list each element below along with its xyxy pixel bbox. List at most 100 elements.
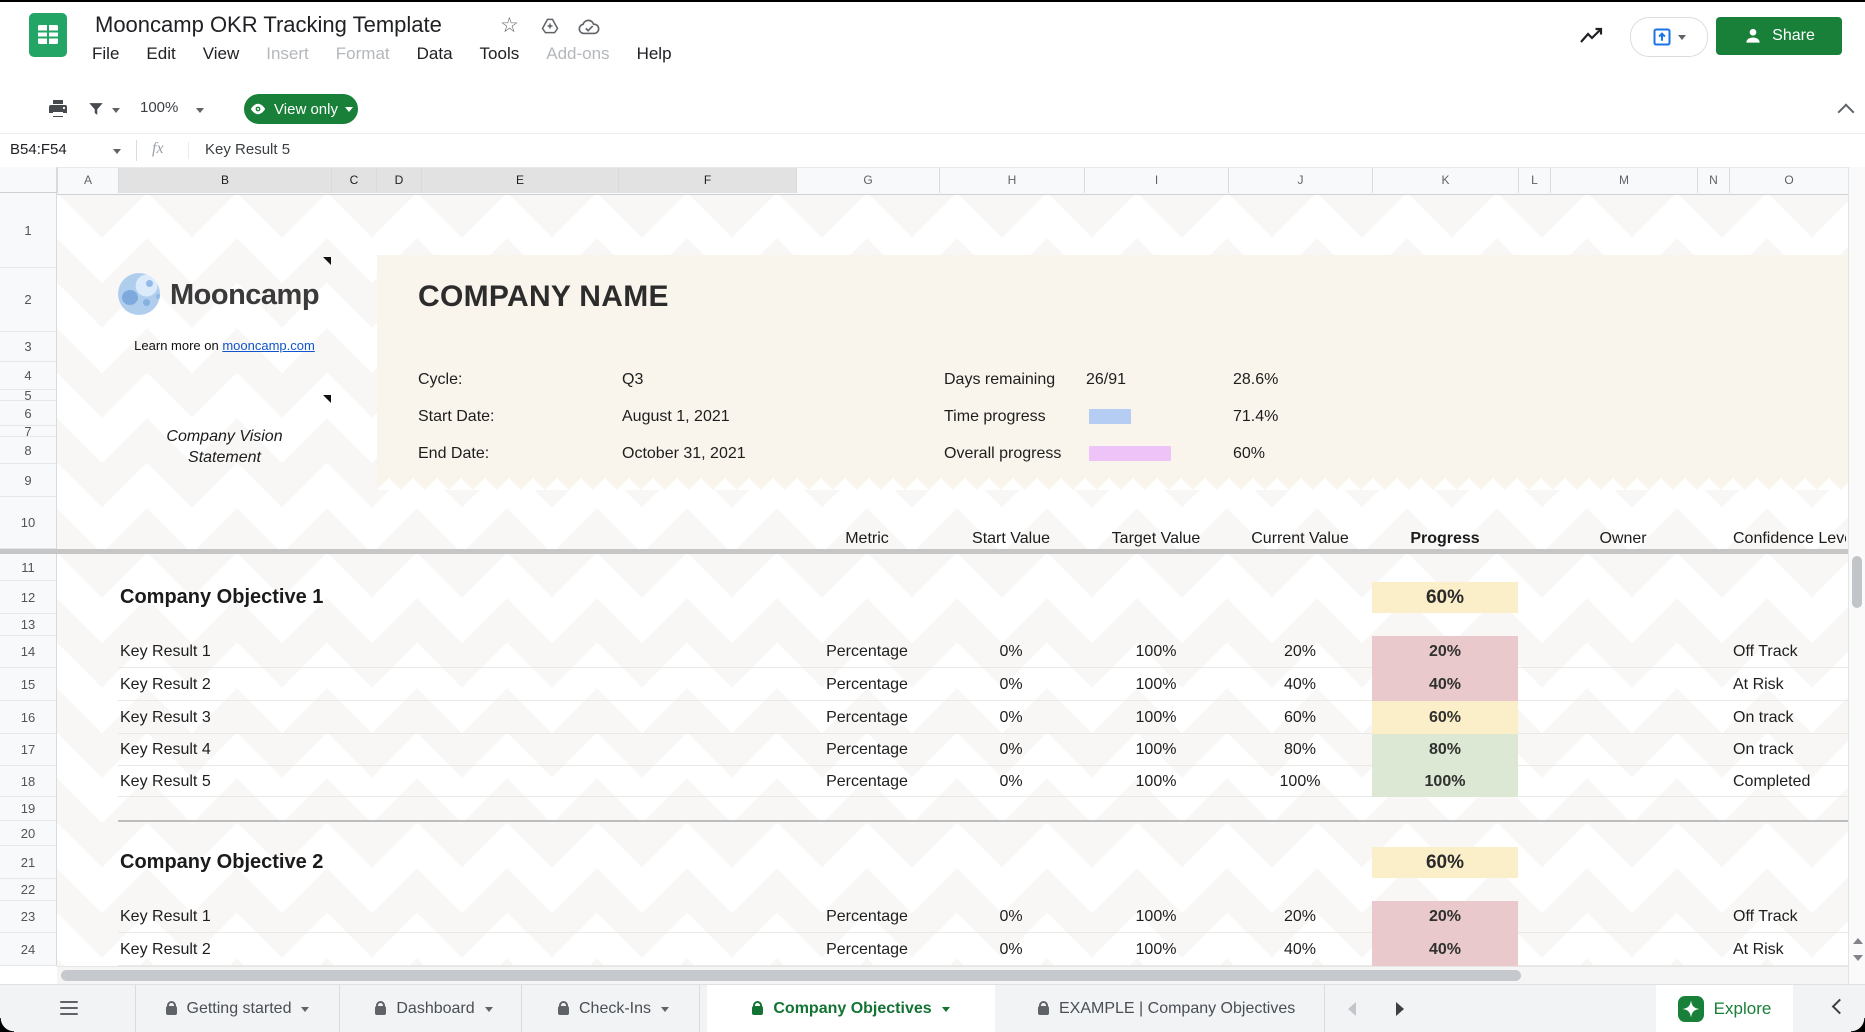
row-header-24[interactable]: 24 (0, 933, 56, 966)
info-label[interactable]: Cycle: (418, 370, 462, 390)
info-value[interactable]: Q3 (622, 370, 643, 390)
menu-edit[interactable]: Edit (146, 44, 175, 64)
row-header-12[interactable]: 12 (0, 581, 56, 614)
key-result-name[interactable]: Key Result 1 (120, 901, 440, 933)
key-result-name[interactable]: Key Result 4 (120, 734, 440, 766)
row-header-21[interactable]: 21 (0, 846, 56, 879)
select-all-corner[interactable] (0, 167, 57, 193)
row-header-1[interactable]: 1 (0, 193, 56, 268)
comment-marker[interactable] (323, 257, 331, 265)
stat-value[interactable]: 26/91 (1086, 370, 1126, 390)
vertical-scrollbar-thumb[interactable] (1852, 556, 1862, 608)
stat-percent[interactable]: 71.4% (1233, 407, 1278, 427)
row-header-19[interactable]: 19 (0, 797, 56, 821)
filter-icon[interactable] (86, 99, 106, 119)
filter-chevron-icon[interactable] (112, 108, 120, 113)
row-header-17[interactable]: 17 (0, 734, 56, 766)
key-result-status[interactable]: At Risk (1733, 933, 1847, 966)
row-header-6[interactable]: 6 (0, 401, 56, 426)
column-header-D[interactable]: D (376, 168, 421, 193)
column-header-K[interactable]: K (1372, 168, 1518, 193)
key-result-status[interactable]: On track (1733, 701, 1847, 734)
key-result-name[interactable]: Key Result 2 (120, 933, 440, 966)
key-result-name[interactable]: Key Result 2 (120, 668, 440, 701)
objective-title[interactable]: Company Objective 2 (120, 846, 323, 879)
column-header-E[interactable]: E (421, 168, 618, 193)
column-header-A[interactable]: A (57, 168, 118, 193)
row-header-10[interactable]: 10 (0, 497, 56, 549)
key-result-current-value[interactable]: 60% (1210, 701, 1390, 734)
row-header-5[interactable]: 5 (0, 390, 56, 401)
view-only-button[interactable]: View only (244, 94, 358, 124)
row-header-4[interactable]: 4 (0, 362, 56, 390)
key-result-current-value[interactable]: 20% (1210, 636, 1390, 668)
open-in-app-button[interactable] (1630, 17, 1708, 57)
menu-view[interactable]: View (203, 44, 240, 64)
explore-button[interactable]: Explore (1656, 985, 1793, 1032)
row-header-16[interactable]: 16 (0, 701, 56, 734)
tab-scroll-right-icon[interactable] (1396, 1002, 1404, 1016)
column-header-B[interactable]: B (118, 168, 331, 193)
row-header-14[interactable]: 14 (0, 636, 56, 668)
horizontal-scrollbar-thumb[interactable] (61, 970, 1521, 981)
mooncamp-logo-text[interactable]: Mooncamp (170, 279, 319, 312)
name-box[interactable]: B54:F54 (10, 141, 67, 158)
horizontal-scrollbar[interactable] (57, 966, 1848, 984)
info-value[interactable]: August 1, 2021 (622, 407, 730, 427)
stat-percent[interactable]: 28.6% (1233, 370, 1278, 390)
row-header-7[interactable]: 7 (0, 426, 56, 437)
objective-title[interactable]: Company Objective 1 (120, 581, 323, 614)
add-to-drive-icon[interactable] (540, 16, 560, 36)
row-header-3[interactable]: 3 (0, 332, 56, 362)
zoom-level[interactable]: 100% (140, 99, 178, 116)
star-icon[interactable]: ☆ (500, 15, 519, 36)
sheets-logo-icon[interactable] (25, 12, 71, 58)
print-icon[interactable] (46, 97, 70, 121)
key-result-status[interactable]: Completed (1733, 766, 1847, 797)
row-header-20[interactable]: 20 (0, 821, 56, 846)
column-header-J[interactable]: J (1228, 168, 1372, 193)
column-header-O[interactable]: O (1729, 168, 1848, 193)
table-header-owner[interactable]: Owner (1533, 527, 1713, 551)
row-header-2[interactable]: 2 (0, 268, 56, 332)
menu-insert[interactable]: Insert (266, 44, 309, 64)
key-result-progress-badge[interactable]: 20% (1372, 636, 1518, 668)
stat-percent[interactable]: 60% (1233, 444, 1265, 464)
objective-progress-badge[interactable]: 60% (1372, 847, 1518, 878)
objective-progress-badge[interactable]: 60% (1372, 582, 1518, 613)
column-header-G[interactable]: G (796, 168, 939, 193)
zoom-chevron-icon[interactable] (196, 108, 204, 113)
key-result-status[interactable]: At Risk (1733, 668, 1847, 701)
key-result-current-value[interactable]: 80% (1210, 734, 1390, 766)
row-header-23[interactable]: 23 (0, 901, 56, 933)
key-result-name[interactable]: Key Result 5 (120, 766, 440, 797)
tab-dashboard[interactable]: Dashboard (347, 985, 522, 1032)
menu-file[interactable]: File (92, 44, 119, 64)
menu-format[interactable]: Format (336, 44, 390, 64)
mooncamp-link[interactable]: mooncamp.com (222, 338, 314, 353)
menu-addons[interactable]: Add-ons (546, 44, 609, 64)
key-result-progress-badge[interactable]: 80% (1372, 734, 1518, 766)
company-name-cell[interactable]: COMPANY NAME (418, 280, 669, 314)
tab-getting-started[interactable]: Getting started (135, 985, 340, 1032)
key-result-progress-badge[interactable]: 100% (1372, 766, 1518, 797)
info-label[interactable]: End Date: (418, 444, 489, 464)
column-header-H[interactable]: H (939, 168, 1084, 193)
key-result-progress-badge[interactable]: 60% (1372, 701, 1518, 734)
tab-company-objectives[interactable]: Company Objectives (707, 985, 995, 1032)
vertical-scrollbar[interactable] (1848, 167, 1865, 984)
column-header-M[interactable]: M (1550, 168, 1697, 193)
tab-scroll-left-icon[interactable] (1348, 1002, 1356, 1016)
formula-input[interactable]: Key Result 5 (205, 141, 290, 158)
row-header-15[interactable]: 15 (0, 668, 56, 701)
key-result-name[interactable]: Key Result 1 (120, 636, 440, 668)
scroll-down-button[interactable] (1850, 950, 1865, 966)
row-header-13[interactable]: 13 (0, 614, 56, 636)
table-header-confidence-level[interactable]: Confidence Level (1733, 527, 1846, 551)
info-label[interactable]: Start Date: (418, 407, 494, 427)
key-result-name[interactable]: Key Result 3 (120, 701, 440, 734)
column-header-C[interactable]: C (331, 168, 376, 193)
key-result-status[interactable]: Off Track (1733, 901, 1847, 933)
key-result-status[interactable]: On track (1733, 734, 1847, 766)
stat-label[interactable]: Days remaining (944, 370, 1055, 390)
